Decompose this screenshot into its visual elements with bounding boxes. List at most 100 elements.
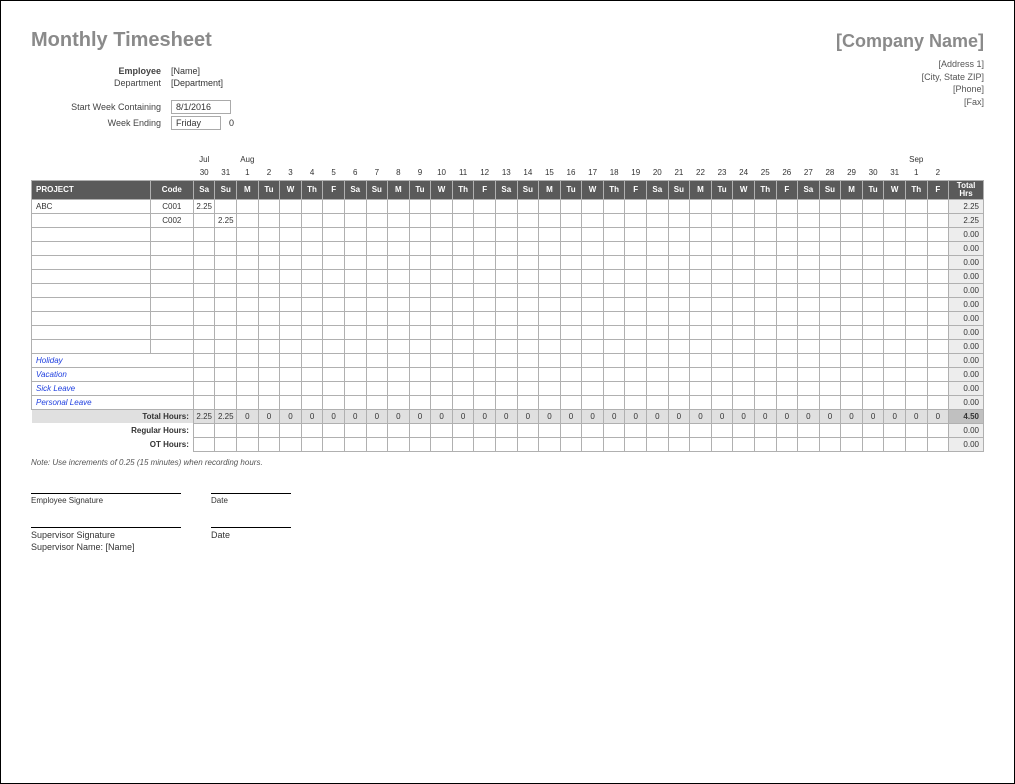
hours-cell[interactable] [927,241,949,255]
hours-cell[interactable] [884,227,906,241]
hours-cell[interactable] [388,325,410,339]
leave-cell[interactable] [668,395,690,409]
hours-cell[interactable] [668,297,690,311]
hours-cell[interactable] [884,241,906,255]
hours-cell[interactable] [560,339,582,353]
regular-cell[interactable] [517,423,539,437]
hours-cell[interactable] [582,199,604,213]
hours-cell[interactable] [258,311,280,325]
hours-cell[interactable] [474,227,496,241]
hours-cell[interactable] [388,227,410,241]
project-cell[interactable] [32,283,151,297]
hours-cell[interactable] [409,199,431,213]
hours-cell[interactable] [366,269,388,283]
hours-cell[interactable] [409,311,431,325]
hours-cell[interactable] [344,241,366,255]
ot-cell[interactable] [280,437,302,451]
hours-cell[interactable] [927,255,949,269]
leave-cell[interactable] [582,395,604,409]
regular-cell[interactable] [862,423,884,437]
hours-cell[interactable] [344,255,366,269]
hours-cell[interactable] [776,241,798,255]
regular-cell[interactable] [258,423,280,437]
hours-cell[interactable] [280,199,302,213]
hours-cell[interactable] [690,311,712,325]
hours-cell[interactable] [431,311,453,325]
hours-cell[interactable] [495,325,517,339]
ot-cell[interactable] [474,437,496,451]
ot-cell[interactable] [323,437,345,451]
hours-cell[interactable] [905,339,927,353]
leave-cell[interactable] [474,353,496,367]
code-cell[interactable] [150,339,193,353]
leave-cell[interactable] [495,381,517,395]
leave-cell[interactable] [754,381,776,395]
hours-cell[interactable] [431,255,453,269]
hours-cell[interactable] [905,325,927,339]
leave-cell[interactable] [495,395,517,409]
hours-cell[interactable] [560,311,582,325]
hours-cell[interactable] [215,325,237,339]
hours-cell[interactable] [927,269,949,283]
hours-cell[interactable] [625,241,647,255]
startweek-value[interactable]: 8/1/2016 [171,100,231,114]
regular-cell[interactable] [280,423,302,437]
hours-cell[interactable] [841,255,863,269]
leave-cell[interactable] [690,367,712,381]
hours-cell[interactable] [366,283,388,297]
leave-cell[interactable] [884,367,906,381]
ot-cell[interactable] [495,437,517,451]
ot-cell[interactable] [776,437,798,451]
hours-cell[interactable] [323,199,345,213]
leave-cell[interactable] [733,381,755,395]
hours-cell[interactable] [452,297,474,311]
ot-cell[interactable] [193,437,215,451]
project-cell[interactable] [32,339,151,353]
hours-cell[interactable] [711,283,733,297]
leave-cell[interactable] [841,367,863,381]
hours-cell[interactable] [711,199,733,213]
ot-cell[interactable] [884,437,906,451]
leave-cell[interactable] [452,367,474,381]
hours-cell[interactable] [819,255,841,269]
leave-cell[interactable] [711,381,733,395]
leave-cell[interactable] [560,353,582,367]
leave-cell[interactable] [884,395,906,409]
project-cell[interactable] [32,311,151,325]
regular-cell[interactable] [388,423,410,437]
code-cell[interactable] [150,297,193,311]
leave-cell[interactable] [862,353,884,367]
ot-cell[interactable] [647,437,669,451]
hours-cell[interactable] [754,297,776,311]
ot-cell[interactable] [344,437,366,451]
hours-cell[interactable] [193,213,215,227]
leave-cell[interactable] [215,367,237,381]
hours-cell[interactable] [754,283,776,297]
hours-cell[interactable] [344,199,366,213]
hours-cell[interactable] [668,199,690,213]
project-cell[interactable] [32,255,151,269]
hours-cell[interactable] [366,297,388,311]
hours-cell[interactable] [237,283,259,297]
hours-cell[interactable] [625,283,647,297]
hours-cell[interactable] [388,297,410,311]
leave-cell[interactable] [841,353,863,367]
hours-cell[interactable] [539,339,561,353]
leave-cell[interactable] [560,381,582,395]
regular-cell[interactable] [884,423,906,437]
hours-cell[interactable] [862,255,884,269]
hours-cell[interactable] [409,213,431,227]
leave-cell[interactable] [841,381,863,395]
hours-cell[interactable] [517,199,539,213]
hours-cell[interactable] [862,269,884,283]
regular-cell[interactable] [409,423,431,437]
leave-cell[interactable] [366,367,388,381]
project-cell[interactable] [32,213,151,227]
hours-cell[interactable] [366,227,388,241]
regular-cell[interactable] [733,423,755,437]
leave-cell[interactable] [258,381,280,395]
leave-cell[interactable] [711,367,733,381]
hours-cell[interactable] [905,283,927,297]
leave-cell[interactable] [754,353,776,367]
hours-cell[interactable] [798,241,820,255]
